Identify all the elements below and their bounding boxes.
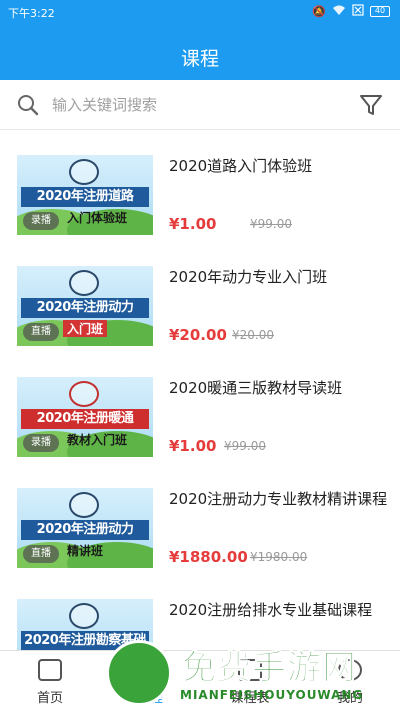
search-bar: [0, 80, 400, 130]
thumb-subtitle: 精讲班: [67, 544, 104, 558]
course-price: ¥1.00: [169, 215, 217, 233]
page-title: 课程: [180, 48, 219, 70]
course-type-tag: 录播: [23, 434, 59, 452]
course-thumbnail: 2020年注册道路 入门体验班 录播: [17, 155, 153, 235]
thumb-subtitle: 入门体验班: [67, 211, 128, 225]
course-icon: [138, 659, 162, 681]
thumb-banner: 2020年注册道路: [21, 187, 149, 207]
course-price: ¥1880.00: [169, 548, 248, 566]
course-title: 2020道路入门体验班: [169, 157, 313, 175]
tab-label: 课程: [136, 691, 163, 706]
thumb-subtitle: 教材入门班: [67, 433, 128, 447]
schedule-icon: [238, 659, 262, 681]
power-emblem-icon: [69, 492, 99, 518]
filter-icon[interactable]: [358, 92, 384, 118]
course-type-tag: 直播: [23, 323, 59, 341]
course-title: 2020注册动力专业教材精讲课程: [169, 490, 388, 508]
bottom-tab-bar: 首页 课程 课程表 我的: [0, 650, 400, 711]
course-list: 2020年注册道路 入门体验班 录播 2020道路入门体验班 ¥1.00 ¥99…: [0, 131, 400, 650]
road-emblem-icon: [69, 159, 99, 185]
thumb-subtitle: 入门班: [63, 320, 108, 337]
course-title: 2020暖通三版教材导读班: [169, 379, 343, 397]
course-thumbnail: 2020年注册勘察基础: [17, 599, 153, 650]
thumb-banner: 2020年注册暖通: [21, 409, 149, 429]
course-title: 2020注册给排水专业基础课程: [169, 601, 373, 619]
course-thumbnail: 2020年注册动力 精讲班 直播: [17, 488, 153, 568]
tab-home[interactable]: 首页: [0, 651, 100, 711]
profile-icon: [338, 659, 362, 681]
course-original-price: ¥1980.00: [250, 550, 308, 564]
power-emblem-icon: [69, 270, 99, 296]
status-bar: 下午3:22 🔕 40: [0, 0, 400, 24]
sim-icon: [352, 4, 364, 19]
tab-course[interactable]: 课程: [100, 651, 200, 711]
course-original-price: ¥99.00: [224, 439, 266, 453]
status-icons: 🔕 40: [312, 4, 390, 19]
course-item[interactable]: 2020年注册动力 入门班 直播 2020年动力专业入门班 ¥20.00 ¥20…: [0, 242, 400, 353]
battery-icon: 40: [370, 6, 390, 17]
search-input[interactable]: [52, 92, 332, 118]
course-title: 2020年动力专业入门班: [169, 268, 328, 286]
status-time: 下午3:22: [8, 7, 55, 20]
tab-profile[interactable]: 我的: [300, 651, 400, 711]
tab-schedule[interactable]: 课程表: [200, 651, 300, 711]
thumb-banner: 2020年注册动力: [21, 520, 149, 540]
course-original-price: ¥99.00: [250, 217, 292, 231]
course-price: ¥20.00: [169, 326, 227, 344]
mute-icon: 🔕: [312, 5, 326, 18]
wifi-icon: [332, 5, 346, 19]
fan-emblem-icon: [69, 381, 99, 407]
course-price: ¥1.00: [169, 437, 217, 455]
thumb-banner: 2020年注册勘察基础: [21, 631, 149, 650]
course-item[interactable]: 2020年注册动力 精讲班 直播 2020注册动力专业教材精讲课程 ¥1880.…: [0, 464, 400, 575]
course-thumbnail: 2020年注册动力 入门班 直播: [17, 266, 153, 346]
course-item[interactable]: 2020年注册道路 入门体验班 录播 2020道路入门体验班 ¥1.00 ¥99…: [0, 131, 400, 242]
course-original-price: ¥20.00: [232, 328, 274, 342]
course-type-tag: 直播: [23, 545, 59, 563]
tab-label: 我的: [336, 691, 363, 706]
home-icon: [38, 659, 62, 681]
course-item[interactable]: 2020年注册暖通 教材入门班 录播 2020暖通三版教材导读班 ¥1.00 ¥…: [0, 353, 400, 464]
search-icon[interactable]: [16, 93, 40, 117]
thumb-banner: 2020年注册动力: [21, 298, 149, 318]
course-item[interactable]: 2020年注册勘察基础 2020注册给排水专业基础课程: [0, 575, 400, 650]
app-header: 下午3:22 🔕 40 课程: [0, 0, 400, 80]
tab-label: 首页: [36, 691, 63, 706]
course-thumbnail: 2020年注册暖通 教材入门班 录播: [17, 377, 153, 457]
tab-label: 课程表: [230, 691, 270, 706]
course-type-tag: 录播: [23, 212, 59, 230]
survey-emblem-icon: [69, 603, 99, 629]
